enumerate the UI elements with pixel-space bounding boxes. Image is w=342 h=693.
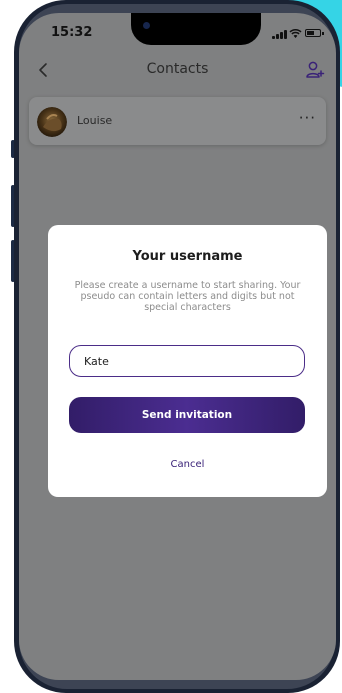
username-input[interactable] (69, 345, 305, 377)
dialog-description: Please create a username to start sharin… (74, 280, 301, 313)
send-invitation-button[interactable]: Send invitation (69, 397, 305, 433)
notch (131, 13, 261, 45)
username-dialog: Your username Please create a username t… (48, 225, 327, 497)
front-camera (143, 22, 150, 29)
dialog-title: Your username (132, 249, 243, 264)
cancel-button[interactable]: Cancel (138, 453, 237, 475)
phone-screen: 15:32 Contacts Louise ··· Your username … (19, 13, 336, 680)
